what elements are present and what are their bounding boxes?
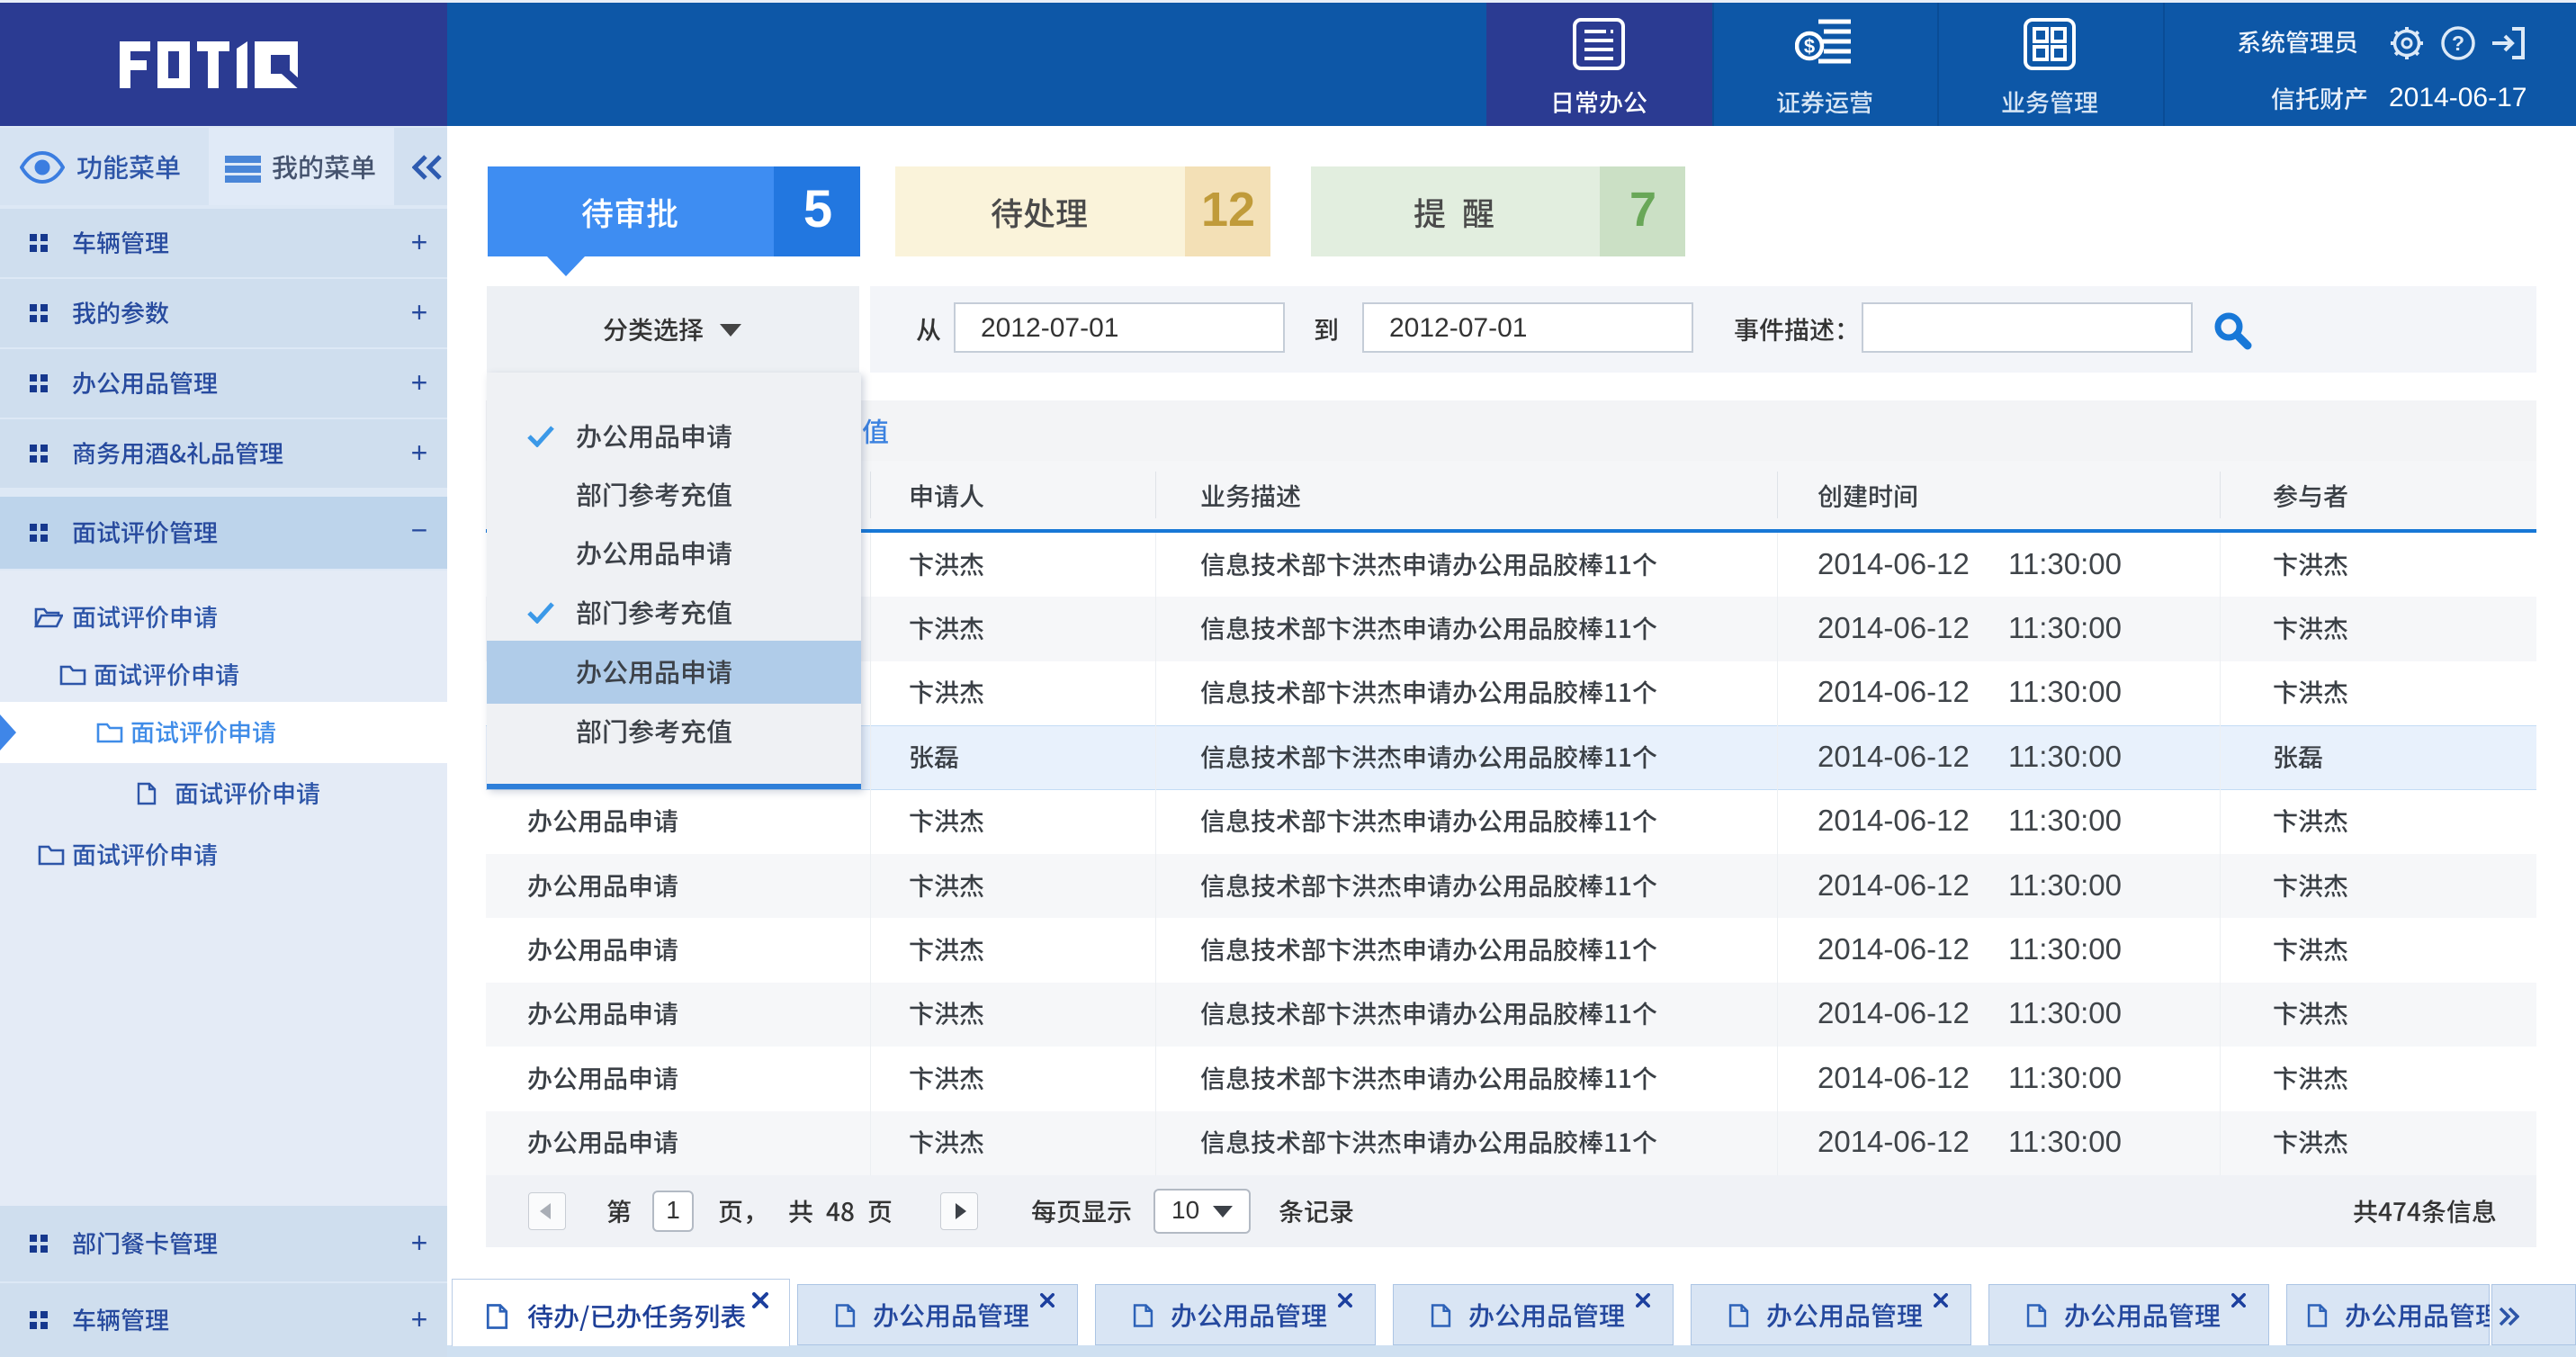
svg-text:$: $ [1804, 35, 1815, 58]
svg-text:?: ? [2452, 31, 2464, 55]
